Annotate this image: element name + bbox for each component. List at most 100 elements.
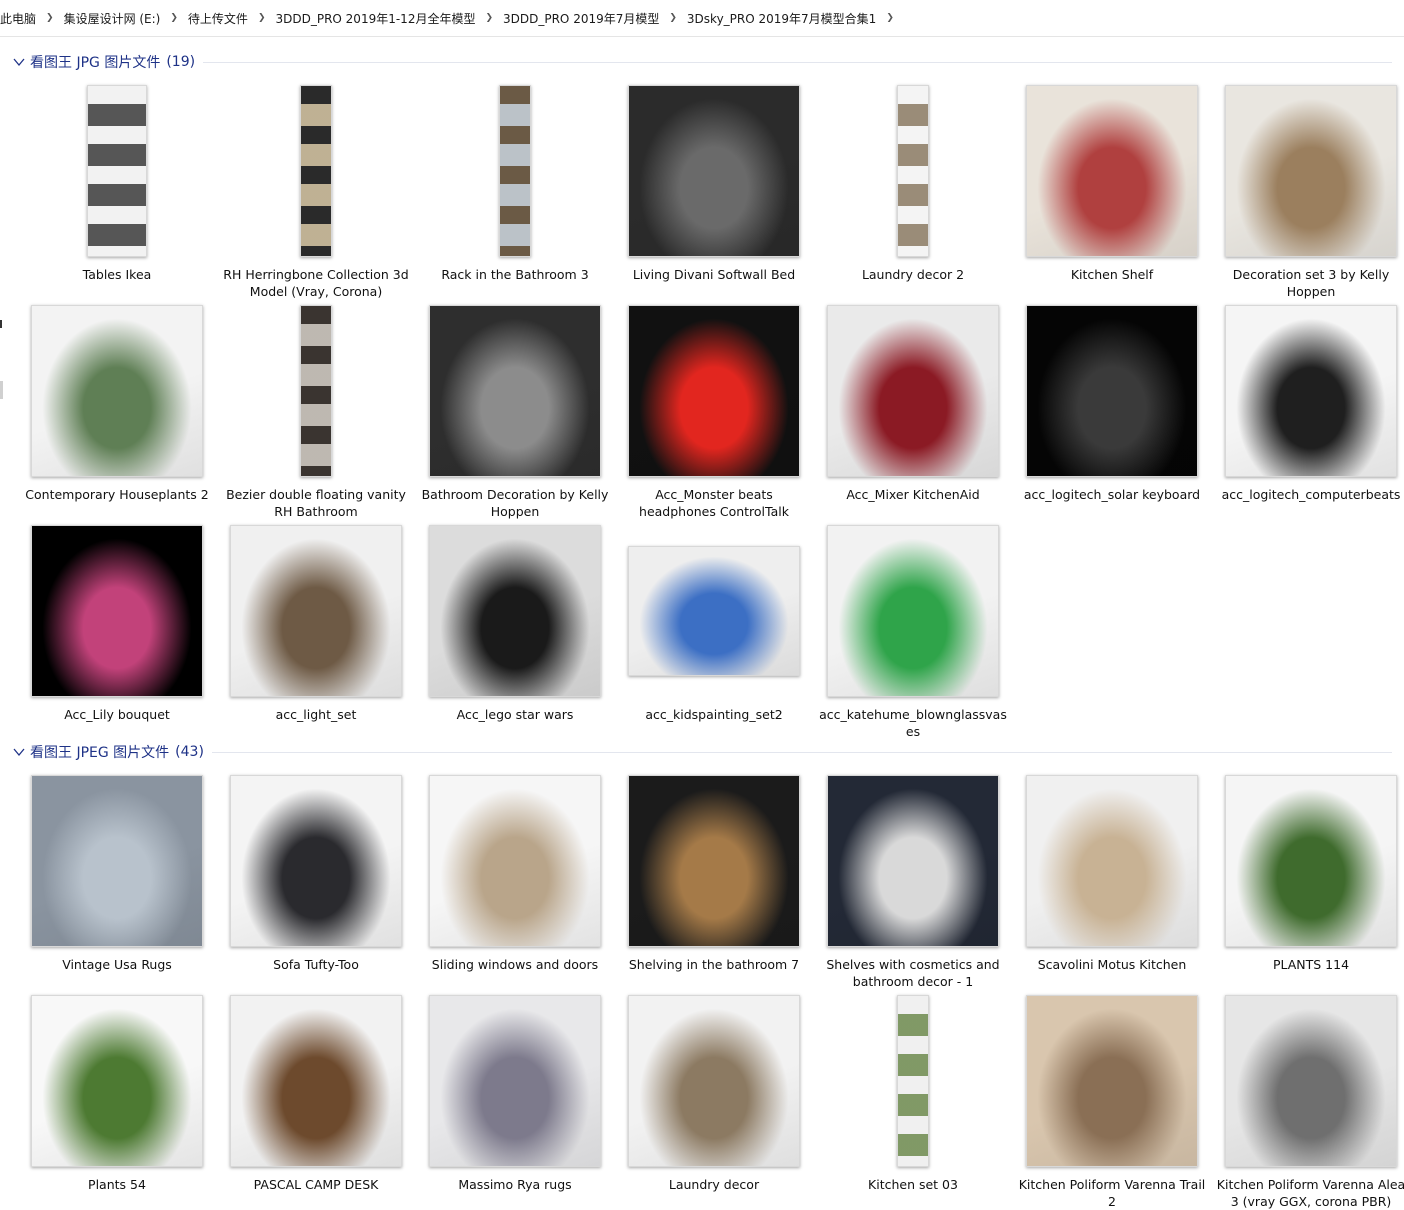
file-tile[interactable]: Living Divani Softwall Bed (617, 84, 811, 299)
file-name: Plants 54 (88, 1177, 146, 1192)
file-tile[interactable]: Kitchen Poliform Varenna Alea 3 (vray GG… (1214, 994, 1404, 1209)
file-name: PASCAL CAMP DESK (253, 1177, 379, 1192)
thumbnail-image (628, 305, 800, 477)
file-name: Contemporary Houseplants 2 (25, 487, 209, 502)
file-name: Acc_Mixer KitchenAid (846, 487, 980, 502)
file-tile[interactable]: Acc_lego star wars (418, 524, 612, 739)
thumbnail-image (897, 85, 929, 257)
group-count: (43) (175, 744, 204, 760)
file-tile[interactable]: Kitchen Shelf (1015, 84, 1209, 299)
chevron-right-icon[interactable]: ❯ (164, 13, 184, 23)
file-tile[interactable]: Rack in the Bathroom 3 (418, 84, 612, 299)
file-name: Acc_Monster beats headphones ControlTalk (639, 487, 789, 519)
file-tile[interactable]: acc_katehume_blownglassvases (816, 524, 1010, 739)
group-title: 看图王 JPG 图片文件 (30, 55, 161, 71)
file-name: Acc_lego star wars (456, 707, 574, 722)
file-tile[interactable]: Sliding windows and doors (418, 774, 612, 989)
thumbnail-image (827, 305, 999, 477)
file-tile[interactable]: Massimo Rya rugs (418, 994, 612, 1209)
thumbnail-image (31, 305, 203, 477)
thumbnail-image (87, 85, 147, 257)
file-tile[interactable]: PASCAL CAMP DESK (219, 994, 413, 1209)
file-tile[interactable]: Plants 54 (20, 994, 214, 1209)
thumbnail-image (300, 305, 332, 477)
left-pane-edge (0, 36, 4, 1208)
chevron-right-icon[interactable]: ❯ (40, 13, 60, 23)
file-name: Kitchen Shelf (1070, 267, 1154, 282)
chevron-right-icon[interactable]: ❯ (252, 13, 272, 23)
file-name: acc_kidspainting_set2 (645, 707, 783, 722)
thumbnail-image (429, 995, 601, 1167)
file-tile[interactable]: acc_light_set (219, 524, 413, 739)
file-tile[interactable]: Tables Ikea (20, 84, 214, 299)
thumbnail-image (1026, 305, 1198, 477)
file-name: Decoration set 3 by Kelly Hoppen (1232, 267, 1390, 299)
file-tile[interactable]: Acc_Lily bouquet (20, 524, 214, 739)
file-tile[interactable]: Acc_Monster beats headphones ControlTalk (617, 304, 811, 519)
file-tile[interactable]: Shelves with cosmetics and bathroom deco… (816, 774, 1010, 989)
file-name: acc_light_set (275, 707, 357, 722)
thumbnail-image (897, 995, 929, 1167)
file-name: Laundry decor 2 (861, 267, 965, 282)
file-tile[interactable]: Decoration set 3 by Kelly Hoppen (1214, 84, 1404, 299)
thumbnail-image (827, 775, 999, 947)
breadcrumb-item[interactable]: 待上传文件 (184, 10, 252, 27)
thumbnail-image (1026, 85, 1198, 257)
file-tile[interactable]: RH Herringbone Collection 3d Model (Vray… (219, 84, 413, 299)
thumbnail-image (628, 995, 800, 1167)
group-header[interactable]: 看图王 JPEG 图片文件 (43) (12, 742, 1392, 762)
file-name: Kitchen Poliform Varenna Trail 2 (1018, 1177, 1206, 1209)
breadcrumb-item[interactable]: 3DDD_PRO 2019年7月模型 (499, 10, 663, 27)
thumbnail-image (628, 546, 800, 676)
chevron-down-icon[interactable] (12, 745, 26, 759)
file-tile[interactable]: Bezier double floating vanity RH Bathroo… (219, 304, 413, 519)
chevron-down-icon[interactable] (12, 55, 26, 69)
file-name: acc_katehume_blownglassvases (819, 707, 1007, 739)
file-tile[interactable]: Laundry decor (617, 994, 811, 1209)
chevron-right-icon[interactable]: ❯ (663, 13, 683, 23)
thumbnail-image (429, 775, 601, 947)
group-header[interactable]: 看图王 JPG 图片文件 (19) (12, 52, 1392, 72)
file-tile[interactable]: Sofa Tufty-Too (219, 774, 413, 989)
file-tile[interactable]: Scavolini Motus Kitchen (1015, 774, 1209, 989)
chevron-right-icon[interactable]: ❯ (479, 13, 499, 23)
breadcrumb-item[interactable]: 集设屋设计网 (E:) (60, 10, 165, 27)
file-name: Living Divani Softwall Bed (632, 267, 796, 282)
thumbnail-image (628, 85, 800, 257)
file-name: acc_logitech_solar keyboard (1023, 487, 1201, 502)
file-tile[interactable]: Vintage Usa Rugs (20, 774, 214, 989)
file-tile[interactable]: Acc_Mixer KitchenAid (816, 304, 1010, 519)
file-tile[interactable]: acc_kidspainting_set2 (617, 524, 811, 739)
file-name: PLANTS 114 (1272, 957, 1350, 972)
file-name: acc_logitech_computerbeats (1221, 487, 1401, 502)
file-name: Massimo Rya rugs (458, 1177, 572, 1192)
file-tile[interactable]: acc_logitech_solar keyboard (1015, 304, 1209, 519)
file-tile[interactable]: Contemporary Houseplants 2 (20, 304, 214, 519)
thumbnail-image (827, 525, 999, 697)
file-name: Rack in the Bathroom 3 (441, 267, 589, 282)
pane-edge-scroll-thumb[interactable] (0, 381, 3, 399)
file-tile[interactable]: Kitchen set 03 (816, 994, 1010, 1209)
file-tile[interactable]: acc_logitech_computerbeats (1214, 304, 1404, 519)
breadcrumb-item[interactable]: 此电脑 (0, 10, 40, 27)
chevron-right-icon[interactable]: ❯ (880, 13, 900, 23)
file-tile[interactable]: Laundry decor 2 (816, 84, 1010, 299)
file-tile[interactable]: Shelving in the bathroom 7 (617, 774, 811, 989)
breadcrumb-item[interactable]: 3Dsky_PRO 2019年7月模型合集1 (683, 10, 880, 27)
thumbnail-image (230, 775, 402, 947)
thumbnail-image (31, 775, 203, 947)
group-title: 看图王 JPEG 图片文件 (30, 745, 170, 761)
file-tile[interactable]: PLANTS 114 (1214, 774, 1404, 989)
file-name: Scavolini Motus Kitchen (1037, 957, 1187, 972)
group-divider (203, 61, 1392, 63)
thumbnail-image (628, 775, 800, 947)
thumbnail-image (1225, 85, 1397, 257)
file-tile[interactable]: Kitchen Poliform Varenna Trail 2 (1015, 994, 1209, 1209)
file-name: RH Herringbone Collection 3d Model (Vray… (223, 267, 409, 299)
thumbnail-image (1026, 995, 1198, 1167)
file-tile[interactable]: Bathroom Decoration by Kelly Hoppen (418, 304, 612, 519)
file-name: Sofa Tufty-Too (273, 957, 359, 972)
breadcrumb-item[interactable]: 3DDD_PRO 2019年1-12月全年模型 (271, 10, 479, 27)
file-name: Shelves with cosmetics and bathroom deco… (826, 957, 1000, 989)
file-name: Kitchen Poliform Varenna Alea 3 (vray GG… (1216, 1177, 1404, 1209)
